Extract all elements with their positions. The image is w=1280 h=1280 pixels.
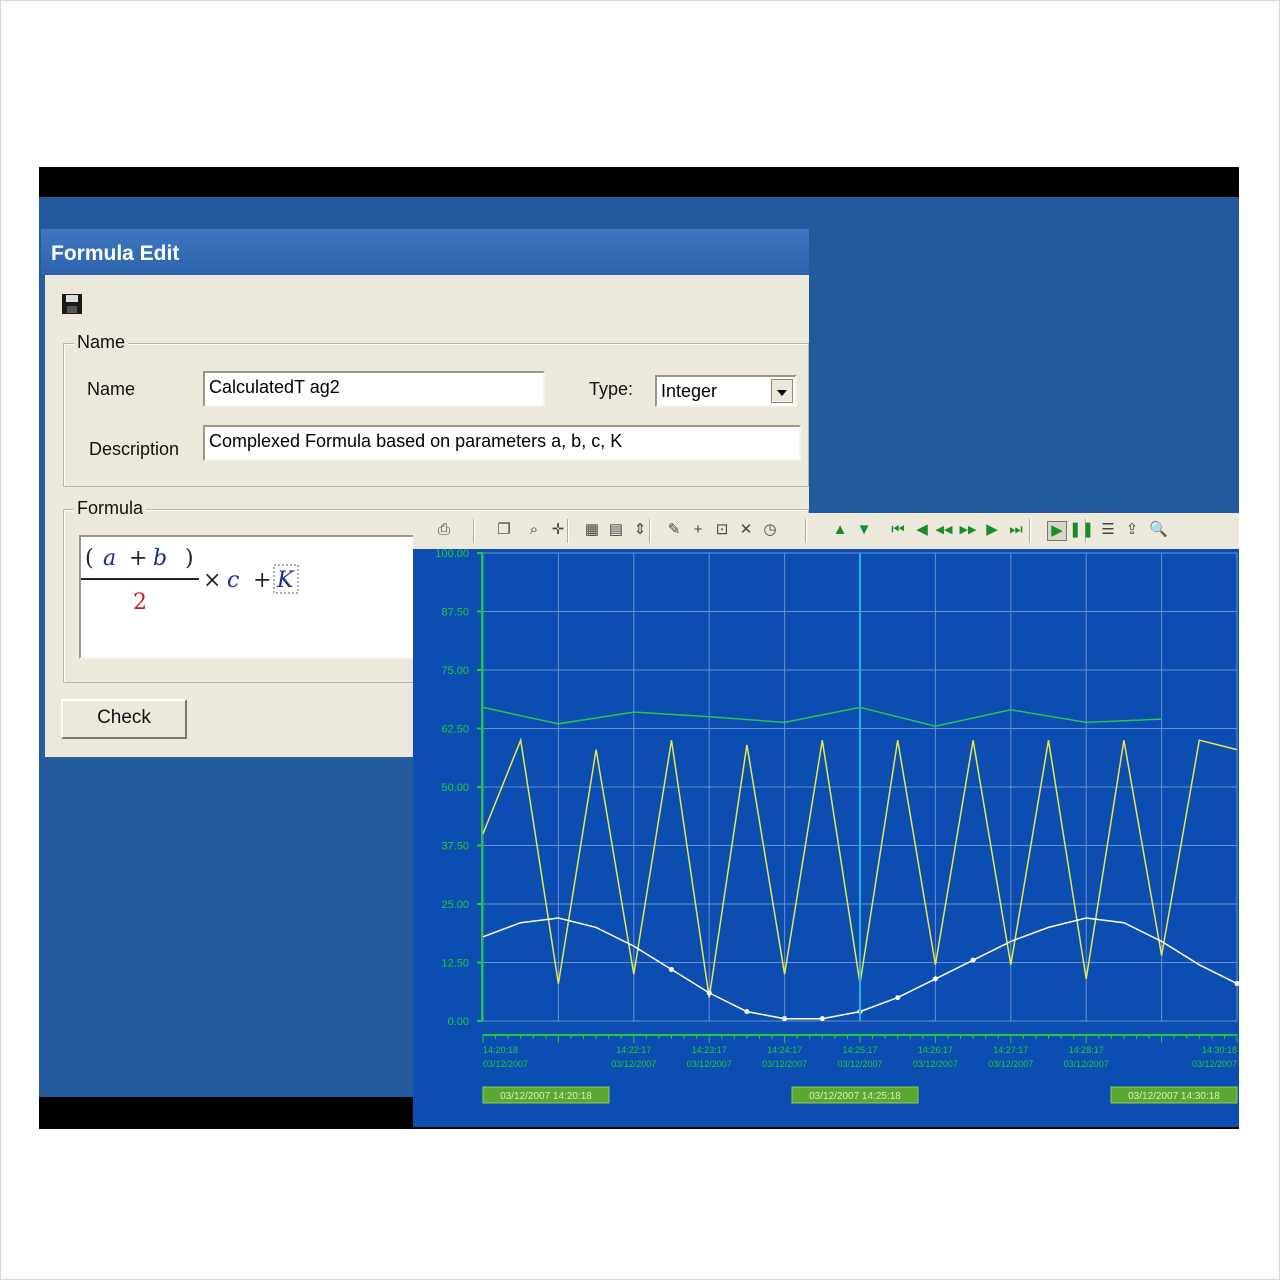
copy-icon[interactable]: ❐	[495, 521, 513, 539]
x-tick-date: 03/12/2007	[837, 1059, 882, 1069]
up-icon[interactable]: ▲	[831, 521, 849, 539]
data-point-marker	[932, 976, 938, 982]
x-tick-date: 03/12/2007	[1192, 1059, 1237, 1069]
type-select-value: Integer	[661, 381, 718, 401]
x-tick-date: 03/12/2007	[611, 1059, 656, 1069]
y-tick-label: 37.50	[441, 841, 469, 853]
data-point-marker	[895, 995, 901, 1001]
y-tick-label: 50.00	[441, 782, 469, 794]
pause-icon[interactable]: ❚❚	[1069, 521, 1094, 539]
zoom-icon[interactable]: ⌕	[525, 521, 543, 539]
formula-var-c: c	[227, 568, 239, 593]
formula-expression: ( a + b ) 2 × c + K	[81, 546, 299, 615]
export-icon[interactable]: ⇪	[1123, 521, 1141, 539]
chevron-down-icon[interactable]	[771, 379, 793, 403]
x-tick-time: 14:23:17	[692, 1045, 727, 1055]
x-tick-time: 14:27:17	[993, 1045, 1028, 1055]
print-icon[interactable]: ⎙	[435, 521, 453, 539]
description-input[interactable]: Complexed Formula based on parameters a,…	[203, 425, 801, 461]
x-tick-time: 14:30:18	[1202, 1045, 1237, 1055]
formula-var-k: K	[276, 568, 295, 593]
formula-plus-2: +	[253, 568, 271, 593]
check-button[interactable]: Check	[61, 699, 187, 739]
y-tick-label: 0.00	[448, 1016, 469, 1028]
scale-icon[interactable]: ⇕	[631, 521, 649, 539]
name-label: Name	[87, 379, 136, 399]
formula-times: ×	[203, 568, 221, 593]
data-point-marker	[706, 990, 712, 996]
y-tick-label: 87.50	[441, 607, 469, 619]
search-icon[interactable]: 🔍	[1149, 521, 1168, 539]
x-tick-date: 03/12/2007	[483, 1059, 528, 1069]
table-icon[interactable]: ▦	[583, 521, 601, 539]
dialog-title: Formula Edit	[41, 229, 809, 275]
formula-open-paren: (	[85, 546, 94, 571]
name-group-label: Name	[74, 332, 129, 353]
toolbar-separator	[1029, 519, 1031, 543]
x-tick-date: 03/12/2007	[1064, 1059, 1109, 1069]
description-label: Description	[89, 439, 180, 459]
time-range-label: 03/12/2007 14:25:18	[809, 1091, 901, 1102]
formula-var-a: a	[103, 546, 116, 571]
type-select[interactable]: Integer	[655, 375, 797, 407]
formula-group-label: Formula	[74, 498, 147, 519]
y-tick-label: 12.50	[441, 958, 469, 970]
data-point-marker	[744, 1009, 750, 1015]
properties-icon[interactable]: ☰	[1099, 521, 1117, 539]
formula-var-b: b	[153, 546, 167, 571]
y-tick-label: 100.00	[435, 549, 469, 560]
first-icon[interactable]: ⏮	[889, 521, 907, 539]
y-tick-label: 75.00	[441, 665, 469, 677]
trend-window: ⎙ ❐ ⌕ ✛ ▦ ▤ ⇕ ✎ + ⊡ ✕ ◷ ▲ ▼ ⏮ ◀ ◀◀ ▶▶ ▶ ⏭ ▶ ❚❚ ☰ ⇪ 🔍 100.00 87.50…	[413, 513, 1239, 1127]
formula-plus-1: +	[129, 546, 147, 571]
pen-icon[interactable]: ✎	[665, 521, 683, 539]
x-tick-date: 03/12/2007	[687, 1059, 732, 1069]
toolbar-separator	[805, 519, 807, 543]
trend-toolbar: ⎙ ❐ ⌕ ✛ ▦ ▤ ⇕ ✎ + ⊡ ✕ ◷ ▲ ▼ ⏮ ◀ ◀◀ ▶▶ ▶ ⏭ ▶ ❚❚ ☰ ⇪ 🔍	[413, 513, 1239, 550]
play-icon[interactable]: ▶	[1047, 521, 1067, 541]
forward-icon[interactable]: ▶▶	[959, 521, 977, 539]
x-tick-time: 14:20:18	[483, 1045, 518, 1055]
y-tick-label: 25.00	[441, 899, 469, 911]
formula-denominator: 2	[133, 590, 147, 615]
formula-close-paren: )	[185, 546, 194, 571]
name-input[interactable]: CalculatedT ag2	[203, 371, 545, 407]
y-tick-label: 62.50	[441, 724, 469, 736]
data-point-marker	[782, 1016, 788, 1022]
x-tick-time: 14:26:17	[918, 1045, 953, 1055]
toolbar-separator	[649, 519, 651, 543]
x-tick-time: 14:25:17	[842, 1045, 877, 1055]
cursor-icon[interactable]: +	[689, 521, 707, 539]
down-icon[interactable]: ▼	[855, 521, 873, 539]
data-point-marker	[970, 957, 976, 963]
last-icon[interactable]: ⏭	[1007, 521, 1025, 539]
toolbar-separator	[567, 519, 569, 543]
clock-icon[interactable]: ◷	[761, 521, 779, 539]
desktop: Formula Edit Name Name CalculatedT ag2 T…	[39, 197, 1239, 1127]
x-tick-time: 14:22:17	[616, 1045, 651, 1055]
time-range-label: 03/12/2007 14:30:18	[1128, 1091, 1220, 1102]
next-page-icon[interactable]: ▶	[983, 521, 1001, 539]
x-tick-time: 14:24:17	[767, 1045, 802, 1055]
chart-background	[413, 549, 1239, 1127]
crosshair-icon[interactable]: ✛	[549, 521, 567, 539]
zoom-box-icon[interactable]: ⊡	[713, 521, 731, 539]
toolbar-separator	[473, 519, 475, 543]
x-tick-date: 03/12/2007	[988, 1059, 1033, 1069]
x-tick-date: 03/12/2007	[913, 1059, 958, 1069]
name-group: Name	[63, 332, 809, 487]
rewind-icon[interactable]: ◀◀	[935, 521, 953, 539]
screen: Formula Edit Name Name CalculatedT ag2 T…	[39, 167, 1239, 1129]
save-icon[interactable]	[61, 293, 83, 315]
prev-page-icon[interactable]: ◀	[913, 521, 931, 539]
data-point-marker	[819, 1016, 825, 1022]
time-range-label: 03/12/2007 14:20:18	[500, 1091, 592, 1102]
x-tick-time: 14:28:17	[1069, 1045, 1104, 1055]
delete-icon[interactable]: ✕	[737, 521, 755, 539]
chart-icon[interactable]: ▤	[607, 521, 625, 539]
x-tick-date: 03/12/2007	[762, 1059, 807, 1069]
type-label: Type:	[589, 379, 634, 399]
trend-chart[interactable]: 100.00 87.50 75.00 62.50 50.00 37.50 25.00 12.5…	[413, 549, 1239, 1127]
data-point-marker	[669, 967, 674, 973]
